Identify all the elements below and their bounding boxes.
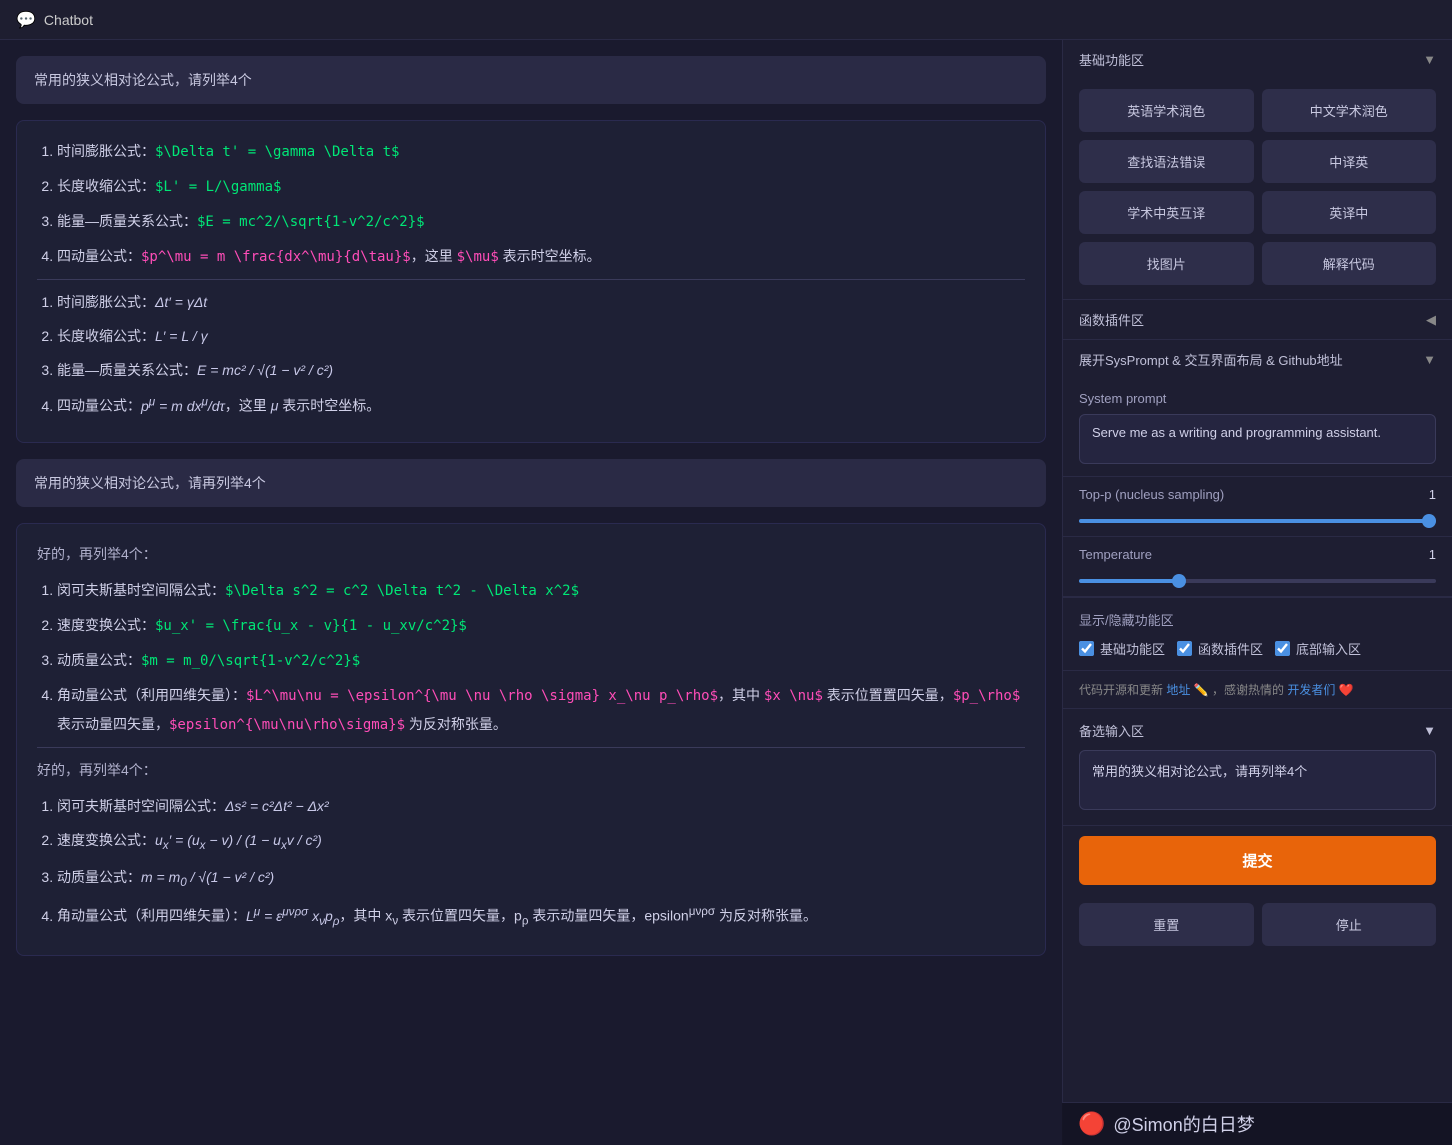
btn-english-polish[interactable]: 英语学术润色 bbox=[1079, 89, 1254, 132]
chatbot-icon: 💬 bbox=[16, 10, 36, 30]
list-item-rendered: 动质量公式：m = m0 / √(1 − v² / c²) bbox=[57, 863, 1025, 894]
backup-arrow: ▼ bbox=[1423, 723, 1436, 738]
btn-zh-en[interactable]: 中译英 bbox=[1262, 140, 1437, 183]
submit-button[interactable]: 提交 bbox=[1079, 836, 1436, 885]
btn-explain-code[interactable]: 解释代码 bbox=[1262, 242, 1437, 285]
right-sidebar: 基础功能区 ▼ 英语学术润色 中文学术润色 查找语法错误 中译英 学术中英互译 … bbox=[1062, 40, 1452, 1145]
temperature-label: Temperature bbox=[1079, 547, 1152, 562]
checkbox-plugin[interactable]: 函数插件区 bbox=[1177, 639, 1263, 658]
btn-chinese-polish[interactable]: 中文学术润色 bbox=[1262, 89, 1437, 132]
sys-prompt-body: System prompt Serve me as a writing and … bbox=[1063, 379, 1452, 477]
rendered-intro: 好的，再列举4个： bbox=[37, 756, 1025, 784]
basic-functions-section: 基础功能区 ▼ 英语学术润色 中文学术润色 查找语法错误 中译英 学术中英互译 … bbox=[1063, 40, 1452, 300]
temperature-value: 1 bbox=[1429, 547, 1436, 562]
function-grid: 英语学术润色 中文学术润色 查找语法错误 中译英 学术中英互译 英译中 找图片 … bbox=[1063, 79, 1452, 299]
sysprompt-arrow: ▼ bbox=[1423, 352, 1436, 367]
weibo-icon: 🔴 bbox=[1078, 1111, 1105, 1137]
list-item: 四动量公式：$p^\mu = m \frac{dx^\mu}{d\tau}$，这… bbox=[57, 242, 1025, 271]
list-item: 动质量公式：$m = m_0/\sqrt{1-v^2/c^2}$ bbox=[57, 646, 1025, 675]
top-p-label: Top-p (nucleus sampling) bbox=[1079, 487, 1224, 502]
list-item-rendered: 速度变换公式：ux′ = (ux − v) / (1 − uxv / c²) bbox=[57, 826, 1025, 857]
watermark-text: @Simon的白日梦 bbox=[1113, 1111, 1254, 1137]
sysprompt-header[interactable]: 展开SysPrompt & 交互界面布局 & Github地址 ▼ bbox=[1063, 340, 1452, 379]
btn-academic-translate[interactable]: 学术中英互译 bbox=[1079, 191, 1254, 234]
temperature-row: Temperature 1 bbox=[1063, 537, 1452, 597]
assistant-message-2: 好的，再列举4个： 闵可夫斯基时空间隔公式：$\Delta s^2 = c^2 … bbox=[16, 523, 1046, 956]
backup-textarea[interactable]: 常用的狭义相对论公式，请再列举4个 bbox=[1079, 750, 1436, 810]
top-p-row: Top-p (nucleus sampling) 1 bbox=[1063, 477, 1452, 537]
list-item: 时间膨胀公式：$\Delta t' = \gamma \Delta t$ bbox=[57, 137, 1025, 166]
checkbox-row: 基础功能区 函数插件区 底部输入区 bbox=[1079, 639, 1436, 658]
checkbox-plugin-input[interactable] bbox=[1177, 641, 1192, 656]
basic-functions-header[interactable]: 基础功能区 ▼ bbox=[1063, 40, 1452, 79]
checkbox-bottom[interactable]: 底部输入区 bbox=[1275, 639, 1361, 658]
visibility-label: 显示/隐藏功能区 bbox=[1079, 610, 1436, 629]
list-item-rendered: 四动量公式：pμ = m dxμ/dτ，这里 μ 表示时空坐标。 bbox=[57, 390, 1025, 420]
list-item-rendered: 长度收缩公式：L′ = L / γ bbox=[57, 322, 1025, 350]
reset-button[interactable]: 重置 bbox=[1079, 903, 1254, 946]
checkbox-basic[interactable]: 基础功能区 bbox=[1079, 639, 1165, 658]
btn-find-image[interactable]: 找图片 bbox=[1079, 242, 1254, 285]
list-item: 长度收缩公式：$L' = L/\gamma$ bbox=[57, 172, 1025, 201]
app-title: Chatbot bbox=[44, 12, 93, 28]
header: 💬 Chatbot bbox=[0, 0, 1452, 40]
checkbox-bottom-input[interactable] bbox=[1275, 641, 1290, 656]
heart-icon: ❤️ bbox=[1339, 683, 1354, 697]
temperature-slider[interactable] bbox=[1079, 579, 1436, 583]
source-link[interactable]: 地址 bbox=[1166, 683, 1190, 697]
btn-en-zh[interactable]: 英译中 bbox=[1262, 191, 1437, 234]
contributors-link[interactable]: 开发者们 bbox=[1287, 683, 1335, 697]
list-item-rendered: 能量—质量关系公式：E = mc² / √(1 − v² / c²) bbox=[57, 356, 1025, 384]
bottom-actions: 重置 停止 bbox=[1063, 895, 1452, 962]
assistant-message-1: 时间膨胀公式：$\Delta t' = \gamma \Delta t$ 长度收… bbox=[16, 120, 1046, 443]
sys-prompt-value: Serve me as a writing and programming as… bbox=[1079, 414, 1436, 464]
assistant-intro: 好的，再列举4个： bbox=[37, 540, 1025, 568]
list-item: 能量—质量关系公式：$E = mc^2/\sqrt{1-v^2/c^2}$ bbox=[57, 207, 1025, 236]
user-message-1: 常用的狭义相对论公式，请列举4个 bbox=[16, 56, 1046, 104]
list-item-rendered: 角动量公式（利用四维矢量）：Lμ = εμνρσ xνpρ，其中 xν 表示位置… bbox=[57, 900, 1025, 933]
plugin-section-header[interactable]: 函数插件区 ◀ bbox=[1063, 300, 1452, 339]
main-layout: 常用的狭义相对论公式，请列举4个 时间膨胀公式：$\Delta t' = \ga… bbox=[0, 40, 1452, 1145]
chat-area: 常用的狭义相对论公式，请列举4个 时间膨胀公式：$\Delta t' = \ga… bbox=[0, 40, 1062, 1145]
list-item-rendered: 闵可夫斯基时空间隔公式：Δs² = c²Δt² − Δx² bbox=[57, 792, 1025, 820]
user-message-2: 常用的狭义相对论公式，请再列举4个 bbox=[16, 459, 1046, 507]
checkbox-basic-input[interactable] bbox=[1079, 641, 1094, 656]
list-item: 闵可夫斯基时空间隔公式：$\Delta s^2 = c^2 \Delta t^2… bbox=[57, 576, 1025, 605]
top-p-value: 1 bbox=[1429, 487, 1436, 502]
stop-button[interactable]: 停止 bbox=[1262, 903, 1437, 946]
visibility-section: 显示/隐藏功能区 基础功能区 函数插件区 底部输入区 bbox=[1063, 598, 1452, 671]
sidebar-footer: 代码开源和更新 地址 ✏️ ，感谢热情的 开发者们 ❤️ bbox=[1063, 671, 1452, 709]
watermark-bar: 🔴 @Simon的白日梦 bbox=[1062, 1102, 1452, 1145]
list-item-rendered: 时间膨胀公式：Δt′ = γΔt bbox=[57, 288, 1025, 316]
btn-grammar-check[interactable]: 查找语法错误 bbox=[1079, 140, 1254, 183]
sys-prompt-label: System prompt bbox=[1079, 391, 1436, 406]
basic-functions-arrow: ▼ bbox=[1423, 52, 1436, 67]
list-item: 速度变换公式：$u_x' = \frac{u_x - v}{1 - u_xv/c… bbox=[57, 611, 1025, 640]
list-item: 角动量公式（利用四维矢量）：$L^\mu\nu = \epsilon^{\mu … bbox=[57, 681, 1025, 739]
backup-header: 备选输入区 ▼ bbox=[1079, 721, 1436, 740]
sysprompt-section: 展开SysPrompt & 交互界面布局 & Github地址 ▼ System… bbox=[1063, 340, 1452, 598]
top-p-slider[interactable] bbox=[1079, 519, 1436, 523]
plugin-arrow: ◀ bbox=[1426, 312, 1436, 328]
plugin-section: 函数插件区 ◀ bbox=[1063, 300, 1452, 340]
backup-input-section: 备选输入区 ▼ 常用的狭义相对论公式，请再列举4个 bbox=[1063, 709, 1452, 826]
